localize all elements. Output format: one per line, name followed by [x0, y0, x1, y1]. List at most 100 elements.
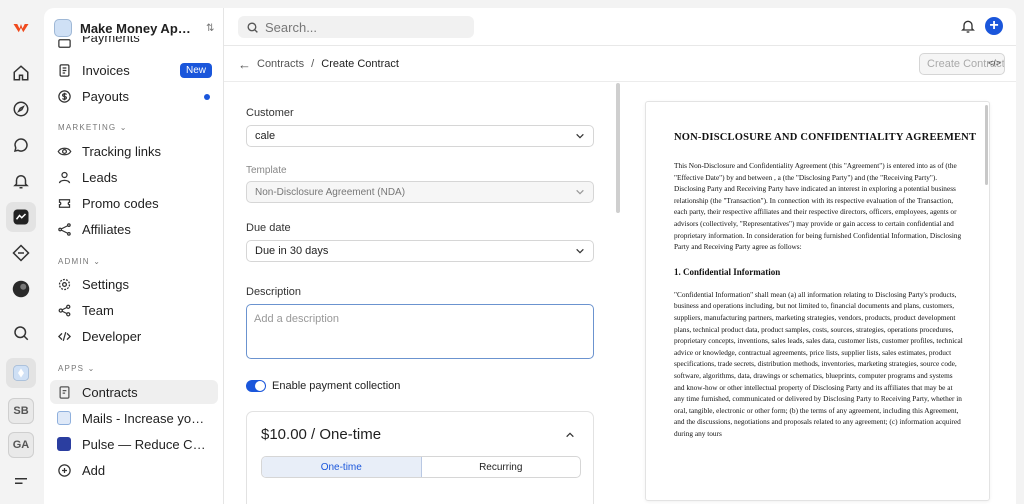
sidebar-item-label: Mails - Increase your... [82, 410, 206, 426]
section-apps[interactable]: APPS ⌄ [58, 364, 95, 373]
mail-app-icon [56, 410, 72, 426]
sidebar-item-label: Contracts [82, 384, 138, 400]
due-date-value: Due in 30 days [255, 245, 329, 257]
customer-label: Customer [246, 107, 294, 119]
store-logo [54, 19, 72, 37]
document-intro: This Non-Disclosure and Confidentiality … [674, 161, 957, 182]
contract-document: NON-DISCLOSURE AND CONFIDENTIALITY AGREE… [645, 101, 990, 501]
document-title: NON-DISCLOSURE AND CONFIDENTIALITY AGREE… [674, 132, 977, 143]
section-title: ADMIN [58, 257, 90, 266]
search-input[interactable]: Search... [238, 16, 474, 38]
top-bar: Search... + [224, 8, 1016, 46]
badge-sb-label: SB [8, 398, 34, 424]
template-select: Non-Disclosure Agreement (NDA) [246, 181, 594, 203]
form-scrollbar[interactable] [616, 83, 620, 213]
template-value: Non-Disclosure Agreement (NDA) [255, 186, 406, 198]
compass-icon[interactable] [6, 94, 36, 124]
search-icon [247, 21, 258, 33]
chevron-down-icon [576, 133, 584, 139]
sidebar-item-promo-codes[interactable]: Promo codes [50, 191, 218, 215]
breadcrumb-current: Create Contract [321, 58, 399, 70]
section-heading: 1. Confidential Information [674, 266, 781, 277]
sidebar-item-contracts[interactable]: Contracts [50, 380, 218, 404]
section-body: "Confidential Information" shall mean (a… [674, 289, 963, 438]
sidebar-item-label: Invoices [82, 62, 130, 78]
chevron-updown-icon: ⇅ [206, 22, 215, 34]
home-icon[interactable] [6, 58, 36, 88]
sidebar-item-payouts[interactable]: Payouts [50, 84, 218, 108]
notifications-bell-icon[interactable] [960, 18, 976, 34]
store-switcher-icon[interactable] [6, 358, 36, 388]
section-title: APPS [58, 364, 85, 373]
sidebar-item-label: Add [82, 462, 106, 478]
section-marketing[interactable]: MARKETING ⌄ [58, 123, 128, 132]
ticket-icon [56, 195, 72, 211]
sidebar-item-affiliates[interactable]: Affiliates [50, 217, 218, 241]
eye-icon [56, 143, 72, 159]
document-preview-pane: NON-DISCLOSURE AND CONFIDENTIALITY AGREE… [621, 83, 1016, 504]
collapse-menu-icon[interactable] [6, 466, 36, 496]
add-button[interactable]: + [985, 17, 1003, 35]
search-icon[interactable] [6, 318, 36, 348]
sidebar-item-pulse[interactable]: Pulse — Reduce Churn [50, 432, 218, 456]
store-badge-ga[interactable]: GA [6, 430, 36, 460]
dashboard-chart-icon[interactable] [6, 202, 36, 232]
sidebar-item-developer[interactable]: Developer [50, 324, 218, 348]
contract-form: Customer cale Template Non-Disclosure Ag… [224, 83, 620, 504]
sidebar-item-label: Payments [82, 36, 140, 45]
sidebar-item-invoices[interactable]: Invoices New [50, 58, 218, 82]
bell-icon[interactable] [6, 166, 36, 196]
sidebar-item-mails[interactable]: Mails - Increase your... [50, 406, 218, 430]
sidebar-item-settings[interactable]: Settings [50, 272, 218, 296]
breadcrumb-parent[interactable]: Contracts [257, 58, 304, 70]
chevron-down-icon [576, 248, 584, 254]
chevron-up-icon[interactable] [565, 430, 575, 440]
sidebar-item-add[interactable]: Add [50, 458, 218, 482]
profile-avatar-icon[interactable] [6, 274, 36, 304]
sidebar-item-payments[interactable]: Payments [50, 36, 218, 50]
segment-one-time[interactable]: One-time [262, 457, 422, 477]
sidebar-item-label: Team [82, 302, 114, 318]
badge-ga-label: GA [8, 432, 34, 458]
breadcrumb-bar: ← Contracts / Create Contract Create Con… [224, 46, 1016, 82]
chevron-down-icon [576, 189, 584, 195]
new-badge: New [179, 63, 212, 78]
payment-collection-label: Enable payment collection [272, 380, 401, 392]
share-nodes-icon [56, 302, 72, 318]
diamond-tag-icon[interactable] [6, 238, 36, 268]
sidebar-item-label: Leads [82, 169, 118, 185]
sidebar-item-label: Affiliates [82, 221, 131, 237]
description-textarea[interactable]: Add a description [246, 304, 594, 359]
dollar-circle-icon [56, 88, 72, 104]
back-arrow-icon[interactable]: ← [238, 57, 251, 72]
code-icon [56, 328, 72, 344]
due-date-select[interactable]: Due in 30 days [246, 240, 594, 262]
payment-collection-toggle[interactable] [246, 380, 266, 392]
contract-doc-icon [56, 384, 72, 400]
description-label: Description [246, 286, 302, 298]
whop-logo-icon[interactable] [6, 12, 36, 42]
payment-collection-toggle-row[interactable]: Enable payment collection [246, 380, 400, 392]
code-view-icon[interactable]: </> [988, 58, 1001, 68]
segment-recurring[interactable]: Recurring [422, 457, 581, 477]
app-frame: SB GA Make Money App B... ⇅ Payments Inv… [0, 0, 1024, 504]
customer-value: cale [255, 130, 276, 142]
store-badge-sb[interactable]: SB [6, 396, 36, 426]
breadcrumb: Contracts / Create Contract [257, 58, 399, 70]
preview-scrollbar[interactable] [985, 105, 988, 185]
user-icon [56, 169, 72, 185]
customer-select[interactable]: cale [246, 125, 594, 147]
due-date-label: Due date [246, 222, 291, 234]
invoice-icon [56, 62, 72, 78]
network-icon [56, 221, 72, 237]
sidebar-item-team[interactable]: Team [50, 298, 218, 322]
document-recital: Disclosing Party and Receiving Party hav… [674, 184, 962, 252]
sidebar-item-tracking-links[interactable]: Tracking links [50, 139, 218, 163]
search-placeholder: Search... [265, 19, 318, 35]
sidebar-item-leads[interactable]: Leads [50, 165, 218, 189]
store-name: Make Money App B... [80, 20, 198, 36]
notification-dot [204, 94, 210, 100]
chat-icon[interactable] [6, 130, 36, 160]
section-admin[interactable]: ADMIN ⌄ [58, 257, 101, 266]
sidebar-item-label: Payouts [82, 88, 129, 104]
